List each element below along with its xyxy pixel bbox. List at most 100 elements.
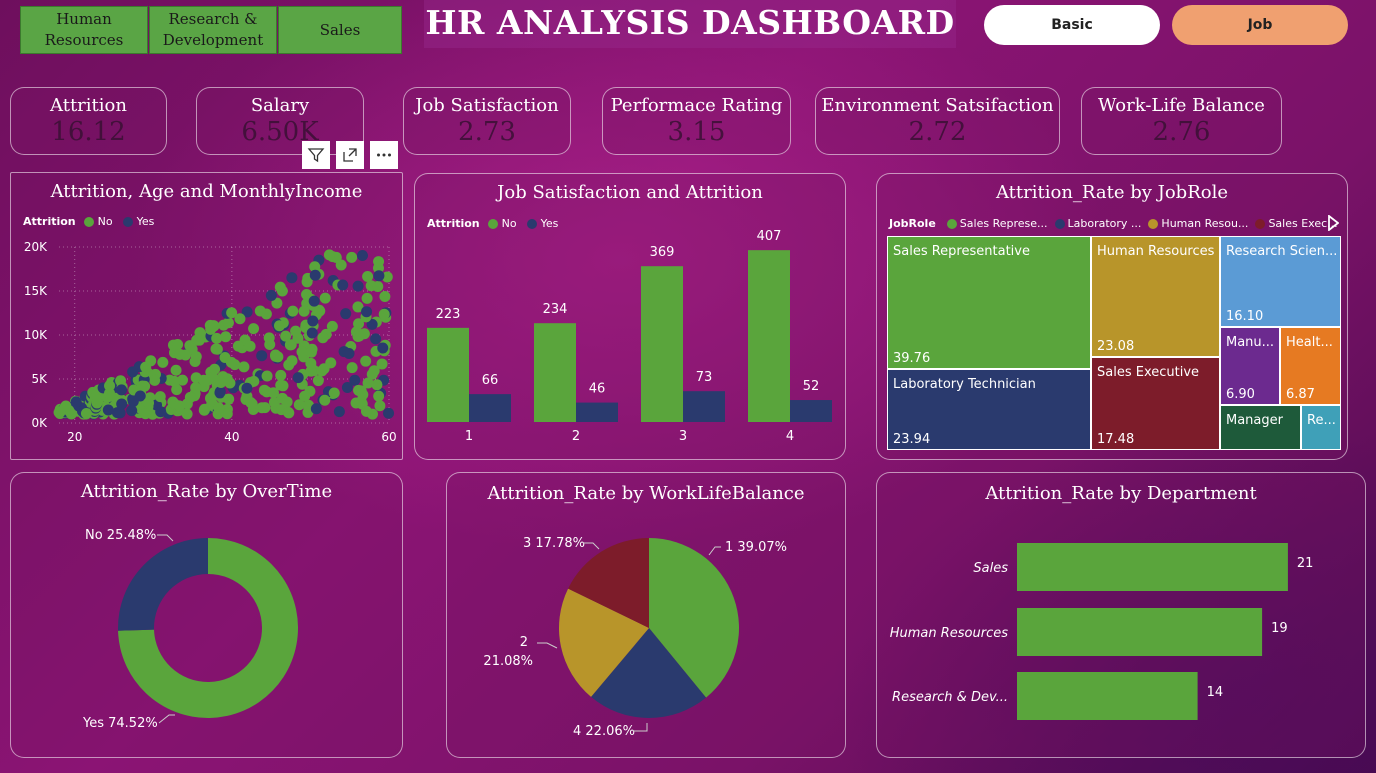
scatter-point-no bbox=[261, 370, 273, 382]
scatter-point-no bbox=[184, 391, 196, 403]
scatter-point-yes bbox=[343, 347, 355, 359]
scatter-point-no bbox=[305, 357, 317, 369]
scatter-point-no bbox=[326, 320, 338, 332]
bar-department bbox=[1017, 608, 1263, 656]
scatter-point-no bbox=[254, 305, 266, 317]
scatter-point-yes bbox=[370, 333, 382, 345]
treemap-tile-label: Laboratory Technician bbox=[893, 377, 1036, 392]
kpi-environment-satisfaction: Environment Satsifaction 2.72 bbox=[815, 87, 1060, 155]
scatter-point-yes bbox=[102, 404, 114, 416]
treemap-tile-label: Manu... bbox=[1226, 335, 1275, 350]
scatter-point-no bbox=[245, 396, 257, 408]
legend-marker bbox=[1255, 218, 1266, 229]
scatter-point-yes bbox=[127, 366, 139, 378]
scatter-point-no bbox=[190, 351, 202, 363]
legend-marker bbox=[1148, 218, 1159, 229]
scatter-point-no bbox=[362, 271, 374, 283]
treemap-tile[interactable]: Human Resources 23.08 bbox=[1091, 236, 1220, 357]
scatter-point-no bbox=[374, 400, 386, 412]
scatter-point-yes bbox=[306, 327, 318, 339]
scatter-card[interactable]: Attrition, Age and MonthlyIncome Attriti… bbox=[10, 172, 403, 460]
scatter-point-no bbox=[211, 332, 223, 344]
slice-label: 1 39.07% bbox=[725, 540, 787, 555]
worklifebalance-card[interactable]: Attrition_Rate by WorkLifeBalance 1 39.0… bbox=[446, 472, 846, 758]
data-label: 234 bbox=[543, 302, 568, 317]
treemap-tile[interactable]: Re... bbox=[1301, 405, 1341, 450]
kpi-value: 2.72 bbox=[908, 117, 967, 147]
scatter-point-yes bbox=[155, 406, 167, 418]
legend-next-arrow-icon[interactable] bbox=[1327, 214, 1340, 235]
treemap-tile[interactable]: Laboratory Technician 23.94 bbox=[887, 369, 1091, 450]
slicer-human-resources[interactable]: Human Resources bbox=[20, 6, 148, 54]
bar-no bbox=[641, 266, 683, 422]
legend-marker bbox=[1054, 218, 1065, 229]
treemap-tile-label: Sales Representative bbox=[893, 244, 1030, 259]
slice-label: 2 bbox=[520, 635, 528, 650]
data-label: 19 bbox=[1271, 621, 1288, 636]
x-tick-label: 20 bbox=[67, 430, 82, 444]
bar-yes bbox=[683, 391, 725, 422]
x-tick-label: 60 bbox=[381, 430, 396, 444]
scatter-point-no bbox=[346, 251, 358, 263]
scatter-point-no bbox=[299, 390, 311, 402]
scatter-point-no bbox=[215, 376, 227, 388]
jobrole-treemap-card[interactable]: Attrition_Rate by JobRole JobRole Sales … bbox=[876, 173, 1348, 460]
treemap-tile[interactable]: Healt... 6.87 bbox=[1280, 327, 1341, 405]
bar-yes bbox=[576, 402, 618, 422]
data-label: 66 bbox=[482, 373, 499, 388]
job-nav-button[interactable]: Job bbox=[1172, 5, 1348, 45]
data-label: 73 bbox=[696, 370, 713, 385]
kpi-label: Salary bbox=[250, 95, 310, 116]
dashboard-title: HR ANALYSIS DASHBOARD bbox=[424, 0, 956, 48]
treemap-tile[interactable]: Sales Representative 39.76 bbox=[887, 236, 1091, 369]
data-label: 369 bbox=[650, 245, 675, 260]
treemap-tile-value: 39.76 bbox=[893, 351, 931, 366]
slicer-sales[interactable]: Sales bbox=[278, 6, 402, 54]
kpi-job-satisfaction: Job Satisfaction 2.73 bbox=[403, 87, 571, 155]
data-label: 46 bbox=[589, 382, 606, 397]
y-tick-label: 15K bbox=[24, 284, 48, 298]
focus-mode-icon[interactable] bbox=[336, 141, 364, 169]
scatter-point-no bbox=[328, 387, 340, 399]
scatter-point-no bbox=[270, 350, 282, 362]
treemap-tile[interactable]: Manu... 6.90 bbox=[1220, 327, 1280, 405]
basic-nav-button[interactable]: Basic bbox=[984, 5, 1160, 45]
treemap-tile[interactable]: Sales Executive 17.48 bbox=[1091, 357, 1220, 450]
scatter-point-no bbox=[223, 393, 235, 405]
job-satisfaction-card[interactable]: Job Satisfaction and Attrition Attrition… bbox=[414, 173, 846, 460]
scatter-point-no bbox=[379, 291, 391, 303]
scatter-point-no bbox=[139, 408, 151, 420]
scatter-point-yes bbox=[361, 306, 373, 318]
bar-no bbox=[534, 323, 576, 422]
treemap-tile[interactable]: Research Scien... 16.10 bbox=[1220, 236, 1341, 327]
slice-label: Yes 74.52% bbox=[82, 716, 158, 731]
filter-icon[interactable] bbox=[302, 141, 330, 169]
scatter-point-no bbox=[157, 356, 169, 368]
scatter-point-no bbox=[149, 374, 161, 386]
legend-label: Human Resou... bbox=[1161, 217, 1249, 230]
scatter-point-no bbox=[373, 390, 385, 402]
scatter-point-no bbox=[238, 361, 250, 373]
treemap-tile-label: Manager bbox=[1226, 413, 1283, 428]
leader-line bbox=[158, 714, 175, 724]
category-label: Sales bbox=[973, 561, 1008, 576]
kpi-work-life-balance: Work-Life Balance 2.76 bbox=[1081, 87, 1282, 155]
department-card[interactable]: Attrition_Rate by Department Sales 21 Huma… bbox=[876, 472, 1366, 758]
leader-line bbox=[583, 542, 600, 550]
scatter-point-no bbox=[54, 406, 66, 418]
scatter-plot: 0K 5K 10K 15K 20K 20 40 60 bbox=[24, 240, 397, 444]
data-label: 407 bbox=[757, 229, 782, 244]
slicer-research-development[interactable]: Research & Development bbox=[149, 6, 277, 54]
scatter-point-no bbox=[172, 338, 184, 350]
x-tick-label: 4 bbox=[786, 429, 794, 444]
scatter-point-no bbox=[256, 402, 268, 414]
bar-no bbox=[427, 327, 469, 422]
more-options-icon[interactable] bbox=[370, 141, 398, 169]
treemap-tile[interactable]: Manager bbox=[1220, 405, 1301, 450]
scatter-point-yes bbox=[337, 279, 349, 291]
scatter-point-no bbox=[211, 343, 223, 355]
overtime-card[interactable]: Attrition_Rate by OverTime Yes 74.52% No … bbox=[10, 472, 403, 758]
slicer-label: Human Resources bbox=[44, 10, 124, 49]
treemap: Sales Representative 39.76 Laboratory Tech… bbox=[887, 236, 1341, 450]
scatter-point-no bbox=[346, 362, 358, 374]
